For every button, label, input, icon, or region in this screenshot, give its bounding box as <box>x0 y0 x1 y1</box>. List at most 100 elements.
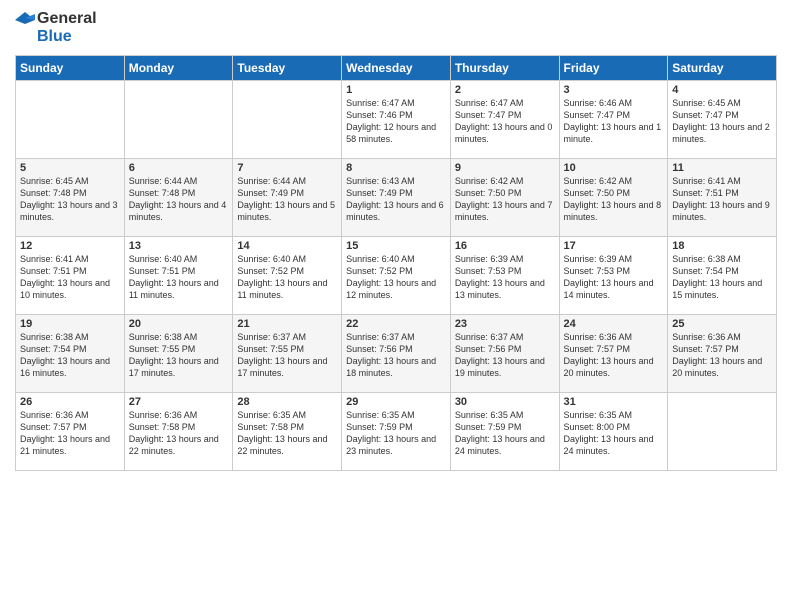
day-number: 25 <box>672 318 772 330</box>
cell-info: Sunrise: 6:35 AMSunset: 7:59 PMDaylight:… <box>346 409 446 458</box>
calendar-cell: 7Sunrise: 6:44 AMSunset: 7:49 PMDaylight… <box>233 158 342 236</box>
day-header-friday: Friday <box>559 55 668 80</box>
logo: General Blue <box>15 10 97 47</box>
calendar-cell: 9Sunrise: 6:42 AMSunset: 7:50 PMDaylight… <box>450 158 559 236</box>
calendar-cell: 10Sunrise: 6:42 AMSunset: 7:50 PMDayligh… <box>559 158 668 236</box>
cell-info: Sunrise: 6:44 AMSunset: 7:48 PMDaylight:… <box>129 175 229 224</box>
cell-info: Sunrise: 6:39 AMSunset: 7:53 PMDaylight:… <box>455 253 555 302</box>
day-number: 17 <box>564 240 664 252</box>
cell-info: Sunrise: 6:36 AMSunset: 7:57 PMDaylight:… <box>564 331 664 380</box>
cell-info: Sunrise: 6:35 AMSunset: 7:59 PMDaylight:… <box>455 409 555 458</box>
logo-blue: Blue <box>37 28 97 46</box>
day-number: 18 <box>672 240 772 252</box>
cell-info: Sunrise: 6:41 AMSunset: 7:51 PMDaylight:… <box>672 175 772 224</box>
calendar-cell: 3Sunrise: 6:46 AMSunset: 7:47 PMDaylight… <box>559 80 668 158</box>
calendar-cell: 5Sunrise: 6:45 AMSunset: 7:48 PMDaylight… <box>16 158 125 236</box>
day-number: 2 <box>455 84 555 96</box>
calendar-cell: 25Sunrise: 6:36 AMSunset: 7:57 PMDayligh… <box>668 314 777 392</box>
cell-info: Sunrise: 6:37 AMSunset: 7:56 PMDaylight:… <box>346 331 446 380</box>
day-header-monday: Monday <box>124 55 233 80</box>
cell-info: Sunrise: 6:40 AMSunset: 7:52 PMDaylight:… <box>237 253 337 302</box>
calendar-cell: 12Sunrise: 6:41 AMSunset: 7:51 PMDayligh… <box>16 236 125 314</box>
calendar-cell: 21Sunrise: 6:37 AMSunset: 7:55 PMDayligh… <box>233 314 342 392</box>
day-number: 4 <box>672 84 772 96</box>
week-row-3: 12Sunrise: 6:41 AMSunset: 7:51 PMDayligh… <box>16 236 777 314</box>
calendar-cell <box>668 392 777 470</box>
cell-info: Sunrise: 6:35 AMSunset: 8:00 PMDaylight:… <box>564 409 664 458</box>
day-number: 24 <box>564 318 664 330</box>
day-header-wednesday: Wednesday <box>342 55 451 80</box>
day-number: 1 <box>346 84 446 96</box>
day-number: 16 <box>455 240 555 252</box>
calendar-cell: 11Sunrise: 6:41 AMSunset: 7:51 PMDayligh… <box>668 158 777 236</box>
calendar-cell: 1Sunrise: 6:47 AMSunset: 7:46 PMDaylight… <box>342 80 451 158</box>
day-header-saturday: Saturday <box>668 55 777 80</box>
day-number: 6 <box>129 162 229 174</box>
cell-info: Sunrise: 6:40 AMSunset: 7:51 PMDaylight:… <box>129 253 229 302</box>
calendar-cell <box>124 80 233 158</box>
week-row-5: 26Sunrise: 6:36 AMSunset: 7:57 PMDayligh… <box>16 392 777 470</box>
cell-info: Sunrise: 6:46 AMSunset: 7:47 PMDaylight:… <box>564 97 664 146</box>
calendar-cell: 27Sunrise: 6:36 AMSunset: 7:58 PMDayligh… <box>124 392 233 470</box>
day-number: 22 <box>346 318 446 330</box>
calendar-cell: 16Sunrise: 6:39 AMSunset: 7:53 PMDayligh… <box>450 236 559 314</box>
day-number: 28 <box>237 396 337 408</box>
cell-info: Sunrise: 6:45 AMSunset: 7:47 PMDaylight:… <box>672 97 772 146</box>
page: General Blue SundayMondayTuesdayWednesda… <box>0 0 792 612</box>
calendar-cell: 18Sunrise: 6:38 AMSunset: 7:54 PMDayligh… <box>668 236 777 314</box>
calendar-cell: 26Sunrise: 6:36 AMSunset: 7:57 PMDayligh… <box>16 392 125 470</box>
day-number: 12 <box>20 240 120 252</box>
day-header-tuesday: Tuesday <box>233 55 342 80</box>
calendar-cell: 6Sunrise: 6:44 AMSunset: 7:48 PMDaylight… <box>124 158 233 236</box>
logo-bird-icon <box>15 10 35 46</box>
cell-info: Sunrise: 6:44 AMSunset: 7:49 PMDaylight:… <box>237 175 337 224</box>
day-number: 21 <box>237 318 337 330</box>
header: General Blue <box>15 10 777 47</box>
day-number: 29 <box>346 396 446 408</box>
calendar-cell: 14Sunrise: 6:40 AMSunset: 7:52 PMDayligh… <box>233 236 342 314</box>
day-number: 8 <box>346 162 446 174</box>
calendar-cell: 4Sunrise: 6:45 AMSunset: 7:47 PMDaylight… <box>668 80 777 158</box>
day-number: 31 <box>564 396 664 408</box>
cell-info: Sunrise: 6:37 AMSunset: 7:56 PMDaylight:… <box>455 331 555 380</box>
cell-info: Sunrise: 6:47 AMSunset: 7:46 PMDaylight:… <box>346 97 446 146</box>
cell-info: Sunrise: 6:36 AMSunset: 7:58 PMDaylight:… <box>129 409 229 458</box>
cell-info: Sunrise: 6:38 AMSunset: 7:54 PMDaylight:… <box>672 253 772 302</box>
calendar-cell <box>233 80 342 158</box>
cell-info: Sunrise: 6:40 AMSunset: 7:52 PMDaylight:… <box>346 253 446 302</box>
calendar-cell: 2Sunrise: 6:47 AMSunset: 7:47 PMDaylight… <box>450 80 559 158</box>
day-number: 20 <box>129 318 229 330</box>
calendar-cell: 22Sunrise: 6:37 AMSunset: 7:56 PMDayligh… <box>342 314 451 392</box>
calendar-cell: 28Sunrise: 6:35 AMSunset: 7:58 PMDayligh… <box>233 392 342 470</box>
calendar-cell: 23Sunrise: 6:37 AMSunset: 7:56 PMDayligh… <box>450 314 559 392</box>
cell-info: Sunrise: 6:37 AMSunset: 7:55 PMDaylight:… <box>237 331 337 380</box>
day-number: 10 <box>564 162 664 174</box>
day-number: 23 <box>455 318 555 330</box>
calendar-cell: 24Sunrise: 6:36 AMSunset: 7:57 PMDayligh… <box>559 314 668 392</box>
day-number: 5 <box>20 162 120 174</box>
calendar-cell: 29Sunrise: 6:35 AMSunset: 7:59 PMDayligh… <box>342 392 451 470</box>
day-number: 14 <box>237 240 337 252</box>
day-number: 11 <box>672 162 772 174</box>
header-row: SundayMondayTuesdayWednesdayThursdayFrid… <box>16 55 777 80</box>
day-number: 3 <box>564 84 664 96</box>
day-number: 27 <box>129 396 229 408</box>
calendar-cell: 19Sunrise: 6:38 AMSunset: 7:54 PMDayligh… <box>16 314 125 392</box>
day-number: 13 <box>129 240 229 252</box>
calendar-cell: 30Sunrise: 6:35 AMSunset: 7:59 PMDayligh… <box>450 392 559 470</box>
day-header-thursday: Thursday <box>450 55 559 80</box>
cell-info: Sunrise: 6:42 AMSunset: 7:50 PMDaylight:… <box>564 175 664 224</box>
week-row-4: 19Sunrise: 6:38 AMSunset: 7:54 PMDayligh… <box>16 314 777 392</box>
cell-info: Sunrise: 6:43 AMSunset: 7:49 PMDaylight:… <box>346 175 446 224</box>
week-row-2: 5Sunrise: 6:45 AMSunset: 7:48 PMDaylight… <box>16 158 777 236</box>
cell-info: Sunrise: 6:38 AMSunset: 7:55 PMDaylight:… <box>129 331 229 380</box>
day-number: 26 <box>20 396 120 408</box>
cell-info: Sunrise: 6:42 AMSunset: 7:50 PMDaylight:… <box>455 175 555 224</box>
cell-info: Sunrise: 6:38 AMSunset: 7:54 PMDaylight:… <box>20 331 120 380</box>
day-number: 30 <box>455 396 555 408</box>
calendar-cell: 15Sunrise: 6:40 AMSunset: 7:52 PMDayligh… <box>342 236 451 314</box>
calendar-table: SundayMondayTuesdayWednesdayThursdayFrid… <box>15 55 777 471</box>
cell-info: Sunrise: 6:45 AMSunset: 7:48 PMDaylight:… <box>20 175 120 224</box>
day-number: 19 <box>20 318 120 330</box>
week-row-1: 1Sunrise: 6:47 AMSunset: 7:46 PMDaylight… <box>16 80 777 158</box>
